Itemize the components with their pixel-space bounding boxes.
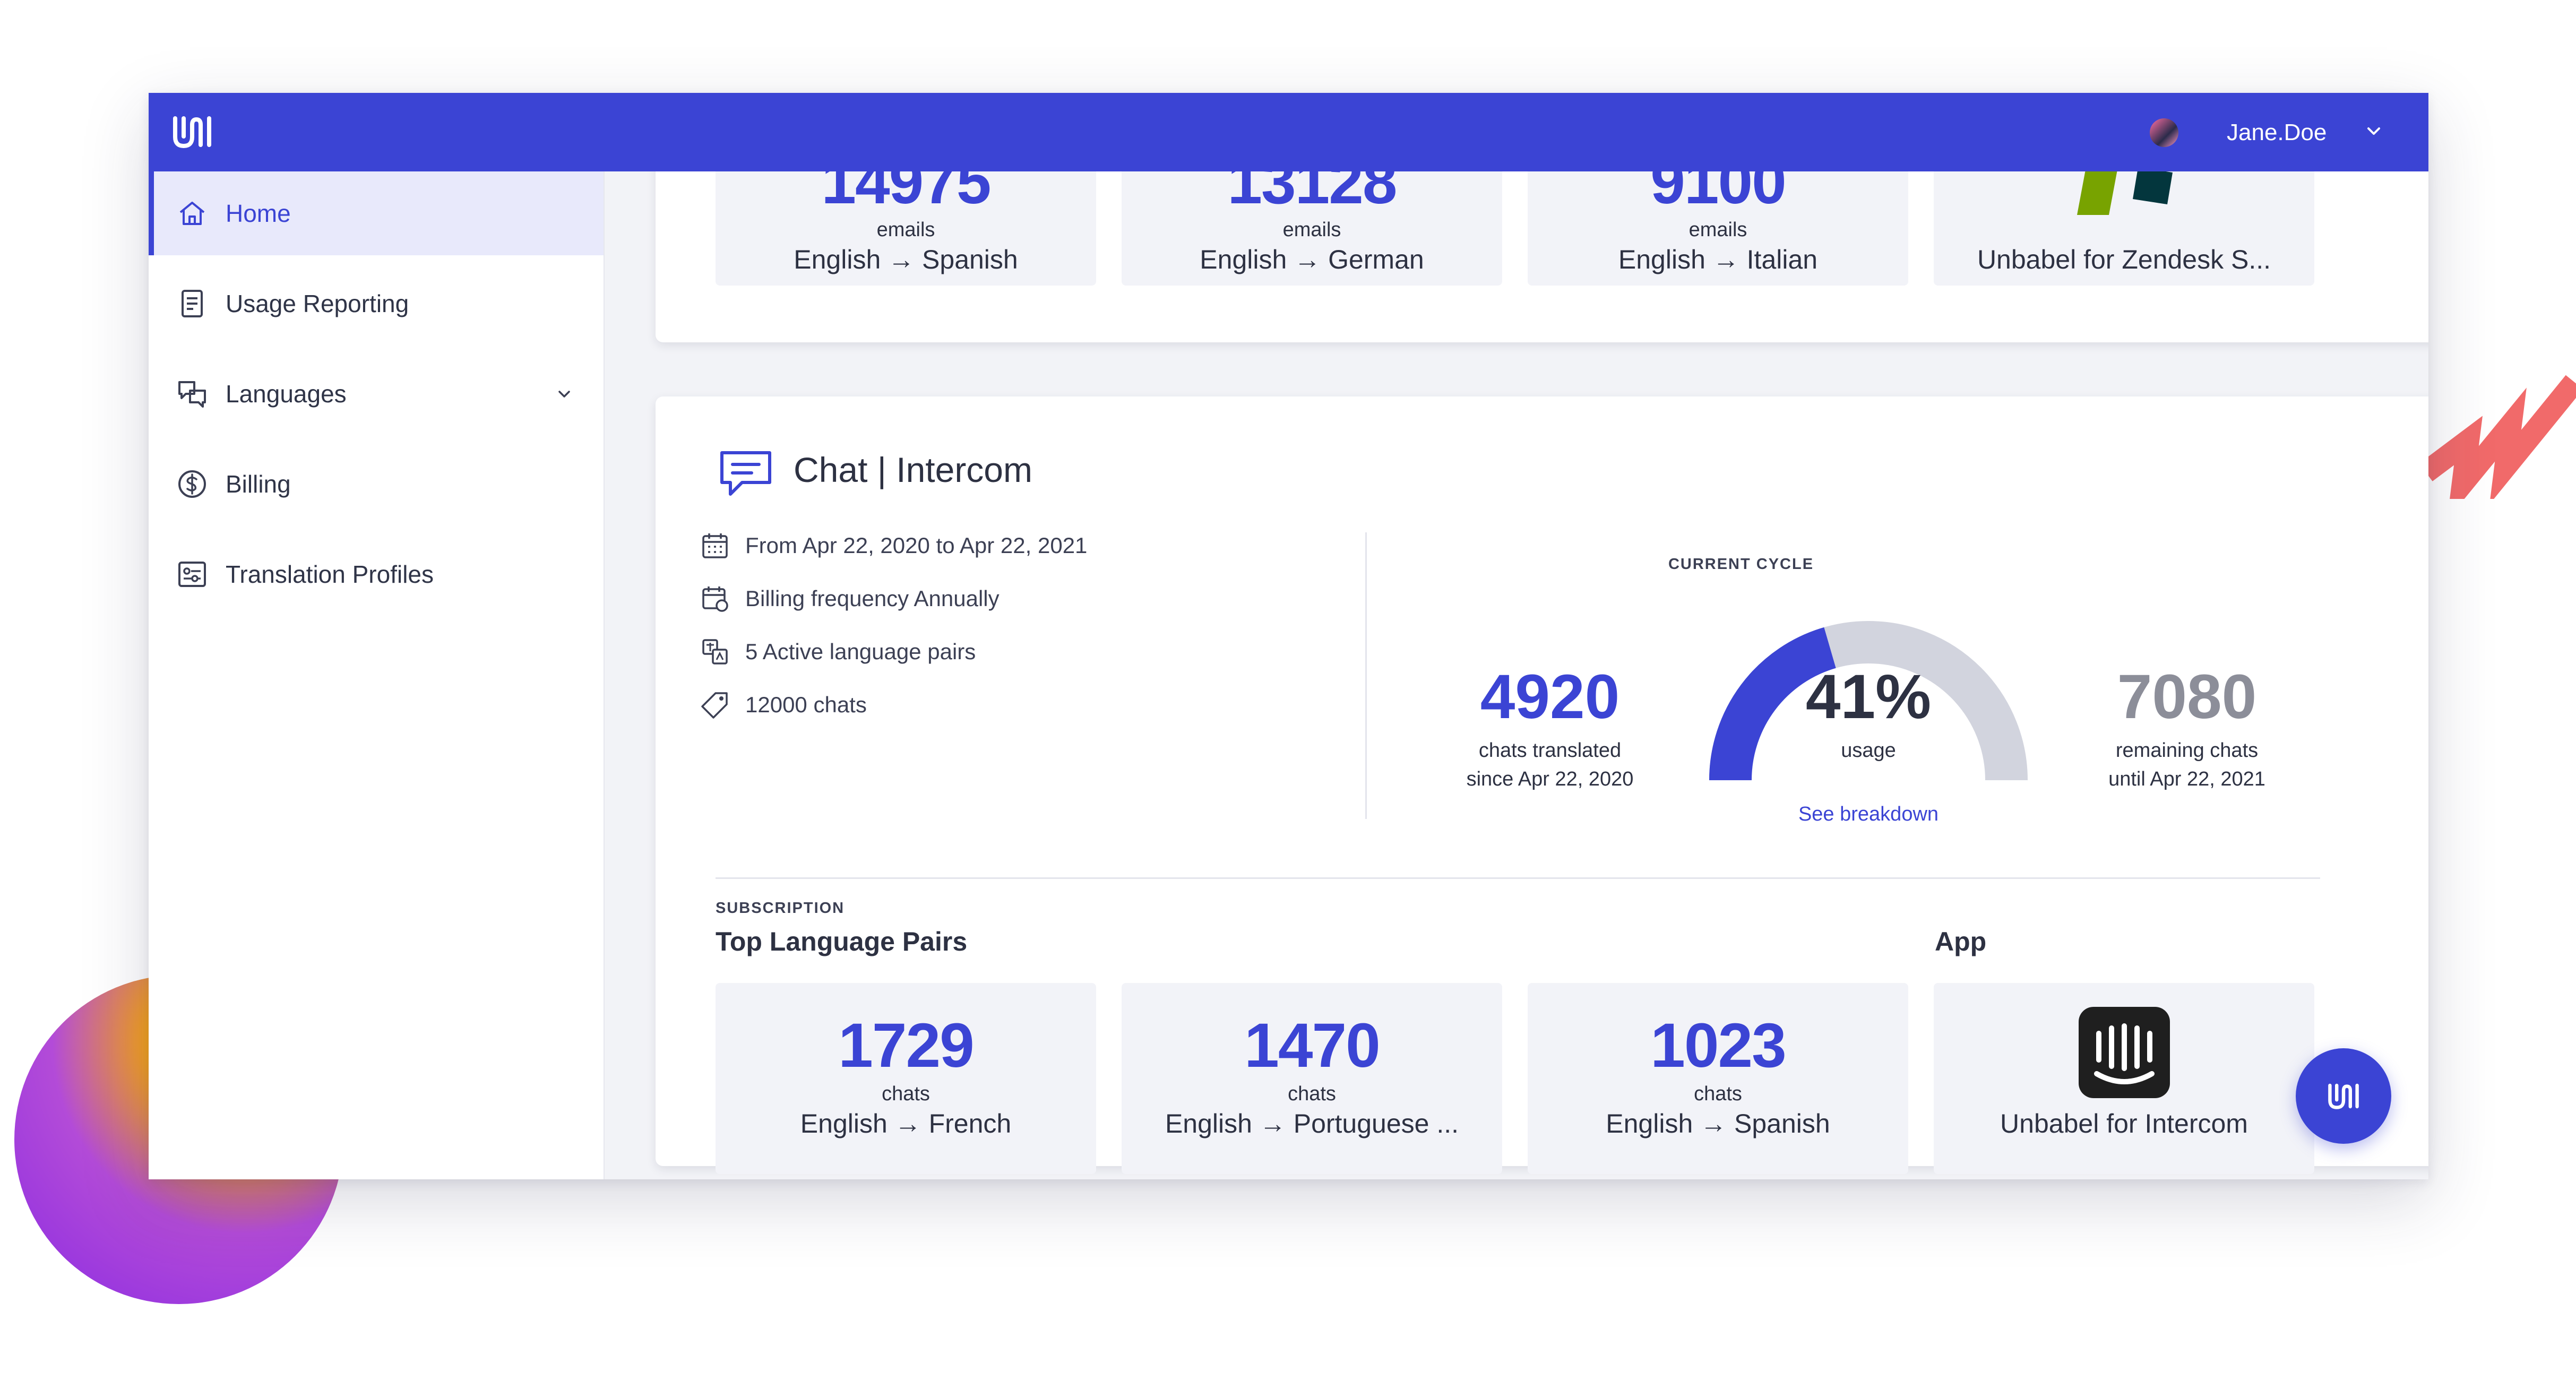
translate-icon bbox=[702, 639, 728, 665]
app-title: App bbox=[1935, 927, 1987, 956]
translated-count: 4920 bbox=[1480, 662, 1620, 732]
tile-pair: English → Spanish bbox=[1606, 1109, 1830, 1138]
tile-pair: English → French bbox=[800, 1109, 1012, 1138]
sidebar-item-label: Billing bbox=[226, 470, 291, 498]
chevron-down-icon[interactable] bbox=[555, 384, 574, 403]
tile-value: 1729 bbox=[838, 1011, 975, 1081]
language-pair-tile[interactable]: 1023 chats English → Spanish bbox=[1528, 983, 1908, 1174]
top-bar: Jane.Doe bbox=[149, 93, 2428, 171]
calendar-icon bbox=[702, 533, 728, 558]
app-name: Unbabel for Zendesk S... bbox=[1977, 245, 2271, 274]
app-tile[interactable]: Unbabel for Intercom bbox=[1934, 983, 2314, 1174]
subscription-label: SUBSCRIPTION bbox=[716, 900, 845, 917]
see-breakdown-link[interactable]: See breakdown bbox=[1693, 803, 2044, 826]
sidebar-item-languages[interactable]: Languages bbox=[149, 352, 604, 436]
chevron-down-icon[interactable] bbox=[2363, 120, 2384, 142]
billing-frequency: Billing frequency Annually bbox=[701, 584, 1000, 613]
user-avatar[interactable] bbox=[2150, 118, 2178, 147]
translated-since: since Apr 22, 2020 bbox=[1466, 768, 1634, 790]
home-icon bbox=[179, 202, 205, 225]
user-name[interactable]: Jane.Doe bbox=[2227, 118, 2327, 147]
usage-percent: 41% bbox=[1805, 662, 1932, 732]
dollar-icon bbox=[178, 470, 206, 498]
language-pair-tile[interactable]: 1729 chats English → French bbox=[716, 983, 1096, 1174]
sidebar-item-label: Translation Profiles bbox=[226, 560, 434, 588]
remaining-until: until Apr 22, 2021 bbox=[2108, 768, 2265, 790]
intercom-logo-icon bbox=[2079, 1007, 2170, 1098]
tile-unit: emails bbox=[876, 219, 935, 241]
chat-bubbles-icon bbox=[178, 381, 206, 408]
tile-unit: chats bbox=[1288, 1083, 1336, 1105]
chat-quota: 12000 chats bbox=[701, 691, 867, 719]
tag-icon bbox=[701, 692, 728, 719]
decorative-zigzag bbox=[2420, 375, 2576, 499]
subscription-period: From Apr 22, 2020 to Apr 22, 2021 bbox=[701, 531, 1087, 560]
app-name: Unbabel for Intercom bbox=[2000, 1109, 2248, 1138]
top-language-pairs-title: Top Language Pairs bbox=[716, 927, 968, 956]
tile-unit: chats bbox=[882, 1083, 930, 1105]
profile-settings-icon bbox=[178, 562, 206, 587]
sidebar-item-translation-profiles[interactable]: Translation Profiles bbox=[149, 532, 604, 616]
sidebar-item-usage-reporting[interactable]: Usage Reporting bbox=[149, 262, 604, 346]
billing-text: Billing frequency Annually bbox=[745, 586, 1000, 611]
app-window: Jane.Doe Home Usage Reporting Languages bbox=[149, 93, 2428, 1179]
tile-pair: English → Portuguese ... bbox=[1165, 1109, 1459, 1138]
language-pair-tile[interactable]: 1470 chats English → Portuguese ... bbox=[1122, 983, 1502, 1174]
sidebar-item-label: Home bbox=[226, 200, 291, 227]
pairs-text: 5 Active language pairs bbox=[745, 639, 976, 664]
remaining-count: 7080 bbox=[2117, 662, 2257, 732]
chat-launcher-button[interactable] bbox=[2296, 1048, 2391, 1144]
period-text: From Apr 22, 2020 to Apr 22, 2021 bbox=[745, 533, 1088, 558]
service-title: Chat | Intercom bbox=[794, 450, 1032, 489]
sidebar-item-billing[interactable]: Billing bbox=[149, 442, 604, 526]
tile-value: 1023 bbox=[1650, 1011, 1787, 1081]
sidebar-item-label: Languages bbox=[226, 380, 347, 408]
calendar-refresh-icon bbox=[702, 586, 728, 612]
active-language-pairs: 5 Active language pairs bbox=[701, 637, 976, 666]
tile-unit: emails bbox=[1688, 219, 1747, 241]
tile-pair: English → German bbox=[1200, 245, 1424, 274]
divider bbox=[1365, 532, 1367, 819]
tile-unit: chats bbox=[1694, 1083, 1742, 1105]
translated-label: chats translated bbox=[1478, 739, 1622, 762]
sidebar: Home Usage Reporting Languages Billing T… bbox=[149, 171, 605, 1179]
unbabel-logo-icon bbox=[2328, 1083, 2359, 1109]
sidebar-item-home[interactable]: Home bbox=[149, 171, 604, 255]
document-icon bbox=[182, 290, 203, 317]
remaining-label: remaining chats bbox=[2115, 739, 2259, 762]
quota-text: 12000 chats bbox=[745, 692, 867, 717]
tile-pair: English → Spanish bbox=[794, 245, 1018, 274]
unbabel-logo-icon[interactable] bbox=[171, 113, 213, 150]
tile-pair: English → Italian bbox=[1618, 245, 1818, 274]
tile-value: 1470 bbox=[1244, 1011, 1381, 1081]
usage-label: usage bbox=[1841, 739, 1896, 762]
current-cycle-label: CURRENT CYCLE bbox=[1668, 556, 1814, 573]
divider bbox=[716, 877, 2320, 879]
tile-unit: emails bbox=[1282, 219, 1341, 241]
sidebar-item-label: Usage Reporting bbox=[226, 290, 409, 317]
chat-bubble-icon bbox=[720, 451, 771, 496]
